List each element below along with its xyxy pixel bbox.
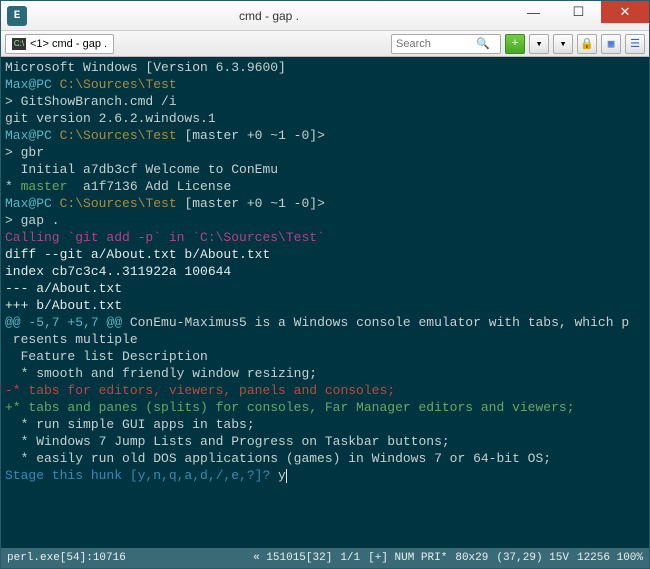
terminal-line: @@ -5,7 +5,7 @@ ConEmu-Maximus5 is a Win…: [5, 314, 645, 331]
status-cursor: (37,29) 15V: [496, 552, 569, 564]
terminal-line: * master a1f7136 Add License: [5, 178, 645, 195]
list-icon: ☰: [630, 37, 640, 51]
tab-label: <1> cmd - gap .: [30, 38, 107, 50]
terminal-line: index cb7c3c4..311922a 100644: [5, 263, 645, 280]
window-title: cmd - gap .: [27, 9, 511, 23]
app-icon[interactable]: E: [7, 6, 27, 26]
grid-button[interactable]: ▦: [601, 34, 621, 54]
status-flags: [+] NUM PRI*: [368, 552, 447, 564]
terminal-line: diff --git a/About.txt b/About.txt: [5, 246, 645, 263]
close-button[interactable]: ✕: [601, 1, 649, 23]
status-process: perl.exe[54]:10716: [7, 552, 126, 564]
window-buttons: — ☐ ✕: [511, 1, 649, 30]
status-mid: « 151015[32]: [253, 552, 332, 564]
terminal-line: > GitShowBranch.cmd /i: [5, 93, 645, 110]
terminal-line: Stage this hunk [y,n,q,a,d,/,e,?]? y: [5, 467, 645, 484]
search-input[interactable]: [396, 38, 476, 50]
console-tab[interactable]: C:\ <1> cmd - gap .: [5, 34, 114, 54]
search-box[interactable]: 🔍: [391, 34, 501, 54]
terminal-line: * run simple GUI apps in tabs;: [5, 416, 645, 433]
search-icon[interactable]: 🔍: [476, 37, 490, 50]
terminal-line: Max@PC C:\Sources\Test [master +0 ~1 -0]…: [5, 195, 645, 212]
status-dim: 80x29: [455, 552, 488, 564]
lock-button[interactable]: 🔒: [577, 34, 597, 54]
terminal-line: Initial a7db3cf Welcome to ConEmu: [5, 161, 645, 178]
terminal-line: +* tabs and panes (splits) for consoles,…: [5, 399, 645, 416]
list-button[interactable]: ☰: [625, 34, 645, 54]
new-console-button[interactable]: +: [505, 34, 525, 54]
grid-icon: ▦: [608, 37, 615, 51]
status-right: 12256 100%: [577, 552, 643, 564]
toolbar: C:\ <1> cmd - gap . 🔍 + ▾ ▾ 🔒 ▦ ☰: [1, 31, 649, 57]
terminal-line: * Windows 7 Jump Lists and Progress on T…: [5, 433, 645, 450]
status-bar: perl.exe[54]:10716 « 151015[32] 1/1 [+] …: [1, 548, 649, 568]
terminal-line: Microsoft Windows [Version 6.3.9600]: [5, 59, 645, 76]
cursor: [286, 469, 287, 483]
terminal[interactable]: Microsoft Windows [Version 6.3.9600]Max@…: [1, 57, 649, 548]
terminal-line: * easily run old DOS applications (games…: [5, 450, 645, 467]
terminal-line: git version 2.6.2.windows.1: [5, 110, 645, 127]
menu-dropdown[interactable]: ▾: [553, 34, 573, 54]
terminal-line: --- a/About.txt: [5, 280, 645, 297]
new-console-dropdown[interactable]: ▾: [529, 34, 549, 54]
terminal-line: -* tabs for editors, viewers, panels and…: [5, 382, 645, 399]
terminal-line: * smooth and friendly window resizing;: [5, 365, 645, 382]
terminal-line: Calling `git add -p` in `C:\Sources\Test…: [5, 229, 645, 246]
terminal-line: resents multiple: [5, 331, 645, 348]
terminal-line: Max@PC C:\Sources\Test [master +0 ~1 -0]…: [5, 127, 645, 144]
lock-icon: 🔒: [580, 37, 594, 51]
terminal-line: Feature list Description: [5, 348, 645, 365]
terminal-line: > gbr: [5, 144, 645, 161]
terminal-line: +++ b/About.txt: [5, 297, 645, 314]
terminal-line: > gap .: [5, 212, 645, 229]
minimize-button[interactable]: —: [511, 1, 556, 23]
maximize-button[interactable]: ☐: [556, 1, 601, 23]
titlebar[interactable]: E cmd - gap . — ☐ ✕: [1, 1, 649, 31]
terminal-line: Max@PC C:\Sources\Test: [5, 76, 645, 93]
console-icon: C:\: [12, 38, 26, 50]
window: E cmd - gap . — ☐ ✕ C:\ <1> cmd - gap . …: [0, 0, 650, 569]
status-pos: 1/1: [340, 552, 360, 564]
